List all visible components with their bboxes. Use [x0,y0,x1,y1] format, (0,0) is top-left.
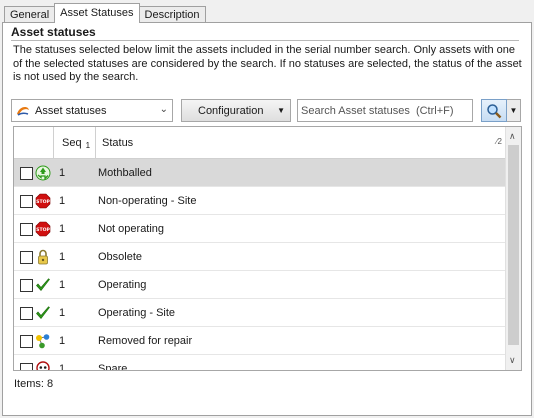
table-row[interactable]: 1 Removed for repair [14,327,506,355]
row-status: Removed for repair [98,335,193,347]
row-checkbox[interactable] [20,167,33,180]
description-text: The statuses selected below limit the as… [13,44,522,83]
row-seq: 1 [59,195,66,207]
vertical-scrollbar[interactable]: ∧ ∨ [505,127,521,370]
stop-sign-icon: STOP [35,221,50,237]
row-seq: 1 [59,251,66,263]
header-status-label: Status [102,137,134,149]
grid-header: Seq 1 Status ∕2 [14,127,506,159]
tab-description[interactable]: Description [138,6,206,23]
row-checkbox[interactable] [20,279,33,292]
row-seq: 1 [59,307,66,319]
search-input[interactable] [297,99,473,122]
tab-general[interactable]: General [4,6,56,23]
tab-strip: General Asset Statuses Description [4,3,206,23]
grid-rows: 1 Mothballed STOP 1 Non-operating - Site… [14,159,506,371]
combo-value: Asset statuses [35,104,107,117]
group-divider [11,40,519,41]
configuration-label: Configuration [198,104,264,117]
table-row[interactable]: 1 Spare [14,355,506,371]
table-row[interactable]: 1 Obsolete [14,243,506,271]
header-seq[interactable]: Seq 1 [54,127,96,159]
table-row[interactable]: STOP 1 Non-operating - Site [14,187,506,215]
row-status: Obsolete [98,251,143,263]
search-options-dropdown[interactable]: ▼ [507,99,521,122]
row-checkbox[interactable] [20,251,33,264]
table-row[interactable]: STOP 1 Not operating [14,215,506,243]
toolbar: Asset statuses ⌄ Configuration ▼ ▼ [11,99,523,122]
group-title: Asset statuses [11,25,96,39]
header-status[interactable]: Status ∕2 [96,127,506,159]
row-checkbox[interactable] [20,223,33,236]
lock-icon [38,249,48,265]
table-row[interactable]: 1 Operating [14,271,506,299]
svg-text:STOP: STOP [36,227,50,233]
row-seq: 1 [59,335,66,347]
asset-type-combo[interactable]: Asset statuses ⌄ [11,99,173,122]
orange-swoosh-icon [17,106,29,116]
configuration-button[interactable]: Configuration ▼ [181,99,291,122]
magnifier-icon [487,103,502,118]
checkmark-icon [36,278,50,291]
svg-text:STOP: STOP [36,199,50,205]
tab-panel: Asset statuses The statuses selected bel… [2,22,532,416]
table-row[interactable]: 1 Operating - Site [14,299,506,327]
dropdown-arrow-icon: ▼ [277,106,285,115]
row-status: Mothballed [98,167,152,179]
row-status: Non-operating - Site [98,195,197,207]
row-checkbox[interactable] [20,363,33,370]
seq-sort-order: 1 [85,140,91,150]
skull-icon [36,361,50,370]
status-grid: Seq 1 Status ∕2 1 Mothballed STOP 1 Non-… [13,126,522,371]
status-sort-indicator: ∕2 [496,137,502,146]
table-row[interactable]: 1 Mothballed [14,159,506,187]
scroll-down-icon[interactable]: ∨ [509,355,516,366]
checkmark-icon [36,306,50,319]
scrollbar-thumb[interactable] [508,145,519,345]
dropdown-arrow-icon: ▼ [509,106,518,115]
row-checkbox[interactable] [20,335,33,348]
stop-sign-icon: STOP [35,193,50,209]
scroll-up-icon[interactable]: ∧ [509,131,516,142]
row-status: Spare [98,363,128,371]
search-button[interactable] [481,99,507,122]
row-checkbox[interactable] [20,195,33,208]
tab-asset-statuses[interactable]: Asset Statuses [54,3,140,23]
row-seq: 1 [59,167,66,179]
items-count: Items: 8 [14,378,54,390]
molecule-icon [36,334,50,349]
header-seq-label: Seq [62,137,82,149]
row-status: Not operating [98,223,165,235]
row-status: Operating - Site [98,307,176,319]
row-seq: 1 [59,223,66,235]
row-checkbox[interactable] [20,307,33,320]
row-seq: 1 [59,363,66,371]
row-status: Operating [98,279,147,291]
row-seq: 1 [59,279,66,291]
header-checkbox-column[interactable] [14,127,54,159]
chevron-down-icon: ⌄ [159,104,168,115]
recycle-icon [35,165,51,181]
